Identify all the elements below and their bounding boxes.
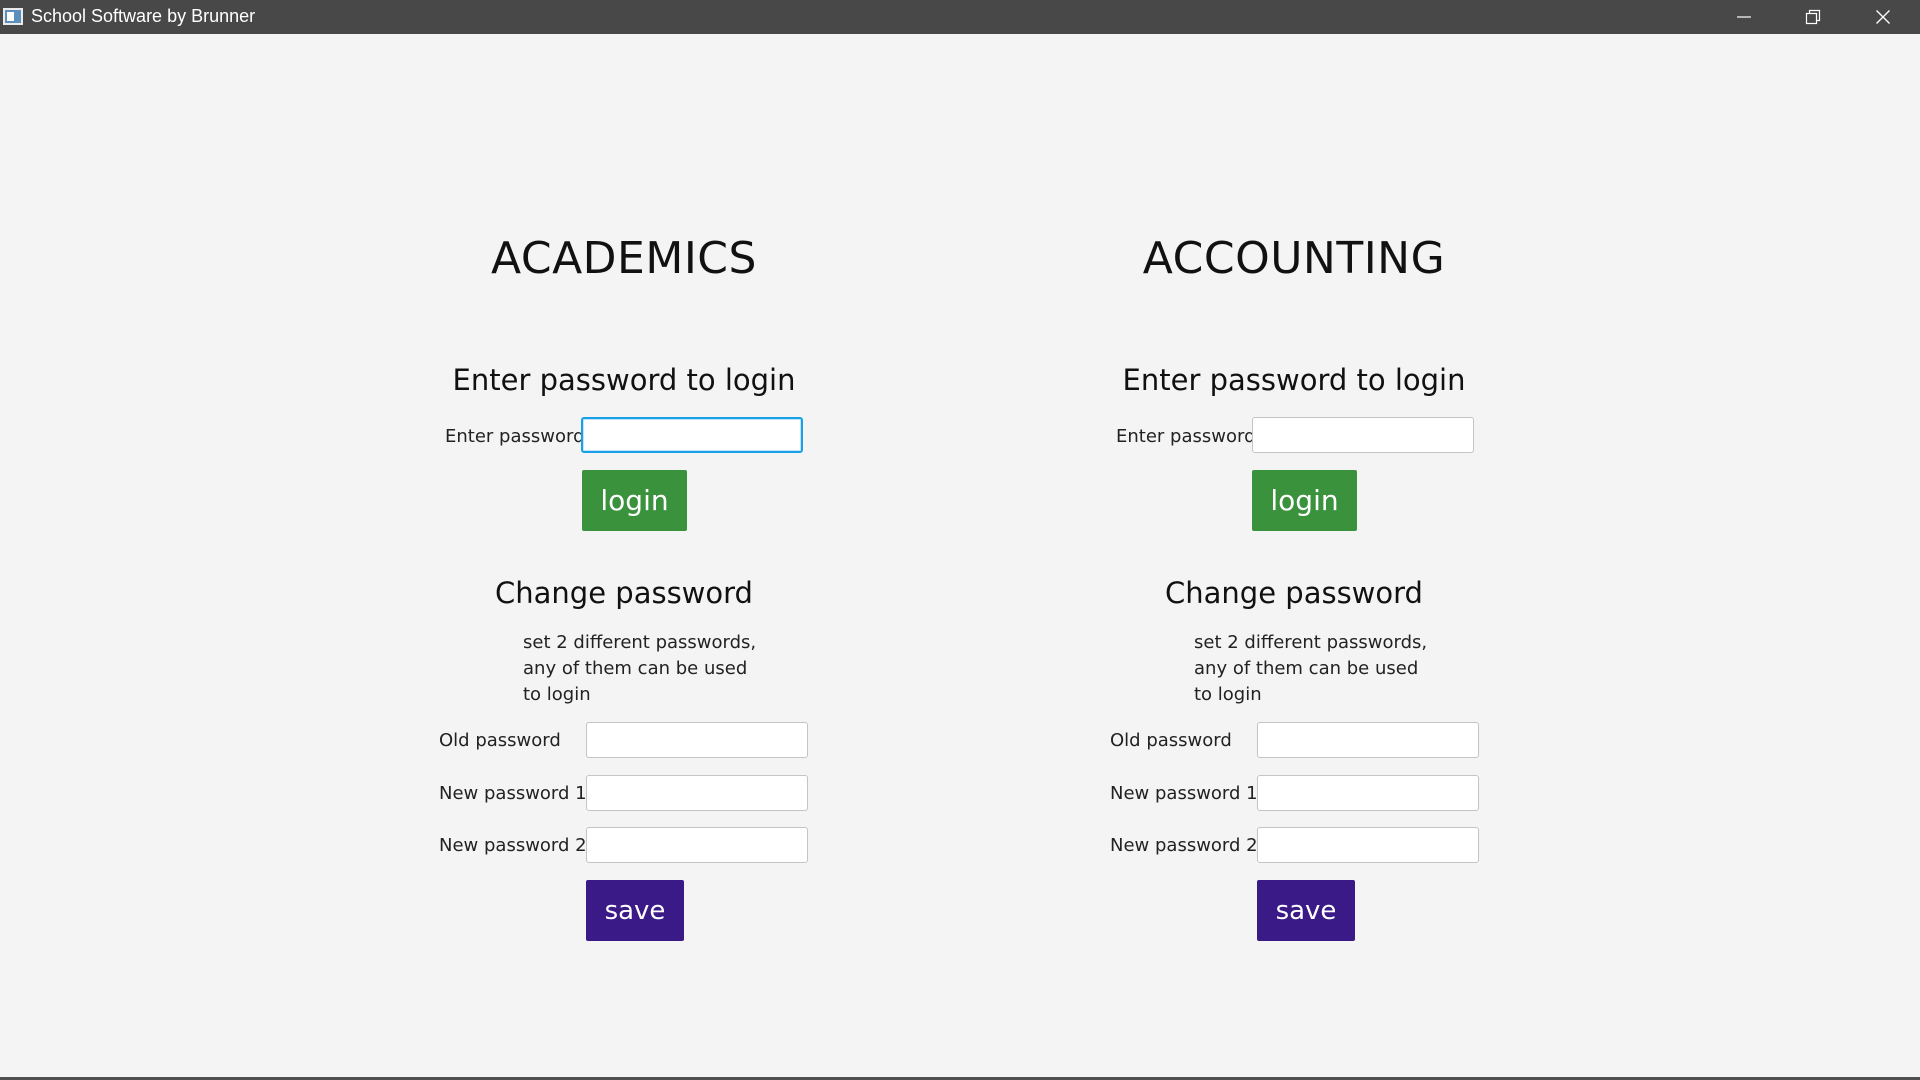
accounting-change-password-help: set 2 different passwords, any of them c… (1194, 630, 1427, 708)
window-title-bar[interactable]: School Software by Brunner (0, 0, 1920, 34)
accounting-change-password-heading: Change password (1165, 576, 1423, 610)
academics-change-password-help: set 2 different passwords, any of them c… (523, 630, 756, 708)
accounting-new-password-2-input[interactable] (1257, 827, 1479, 863)
close-button[interactable] (1848, 0, 1918, 34)
minimize-icon (1737, 16, 1751, 18)
app-window-icon (3, 8, 23, 25)
accounting-login-button[interactable]: login (1252, 470, 1357, 531)
academics-login-button[interactable]: login (582, 470, 687, 531)
academics-help-line-1: set 2 different passwords, (523, 632, 757, 653)
accounting-help-line-3: to login (1194, 684, 1262, 705)
accounting-old-password-input[interactable] (1257, 722, 1479, 758)
accounting-title: ACCOUNTING (1142, 233, 1446, 284)
academics-new-password-1-input[interactable] (586, 775, 808, 811)
accounting-old-password-label: Old password (1110, 730, 1232, 751)
minimize-button[interactable] (1709, 0, 1779, 34)
restore-button[interactable] (1778, 0, 1848, 34)
accounting-help-line-1: set 2 different passwords, (1194, 632, 1428, 653)
academics-password-input[interactable] (581, 417, 803, 453)
academics-change-password-heading: Change password (495, 576, 753, 610)
academics-password-label: Enter password (445, 426, 585, 447)
accounting-login-heading: Enter password to login (1122, 363, 1466, 397)
window-title: School Software by Brunner (31, 6, 256, 26)
accounting-save-button[interactable]: save (1257, 880, 1355, 941)
accounting-password-label: Enter password (1116, 426, 1256, 447)
academics-login-heading: Enter password to login (452, 363, 796, 397)
accounting-panel: ACCOUNTING Enter password to login Enter… (974, 34, 1614, 1074)
academics-title: ACADEMICS (491, 233, 757, 284)
academics-new-password-1-label: New password 1 (439, 783, 587, 804)
academics-panel: ACADEMICS Enter password to login Enter … (304, 34, 944, 1074)
restore-icon (1805, 9, 1821, 25)
academics-old-password-label: Old password (439, 730, 561, 751)
accounting-new-password-1-label: New password 1 (1110, 783, 1258, 804)
academics-save-button[interactable]: save (586, 880, 684, 941)
academics-help-line-3: to login (523, 684, 591, 705)
academics-new-password-2-label: New password 2 (439, 835, 587, 856)
accounting-new-password-2-label: New password 2 (1110, 835, 1258, 856)
academics-new-password-2-input[interactable] (586, 827, 808, 863)
accounting-password-input[interactable] (1252, 417, 1474, 453)
close-icon (1876, 10, 1890, 24)
academics-help-line-2: any of them can be used (523, 658, 748, 679)
academics-old-password-input[interactable] (586, 722, 808, 758)
accounting-new-password-1-input[interactable] (1257, 775, 1479, 811)
accounting-help-line-2: any of them can be used (1194, 658, 1419, 679)
